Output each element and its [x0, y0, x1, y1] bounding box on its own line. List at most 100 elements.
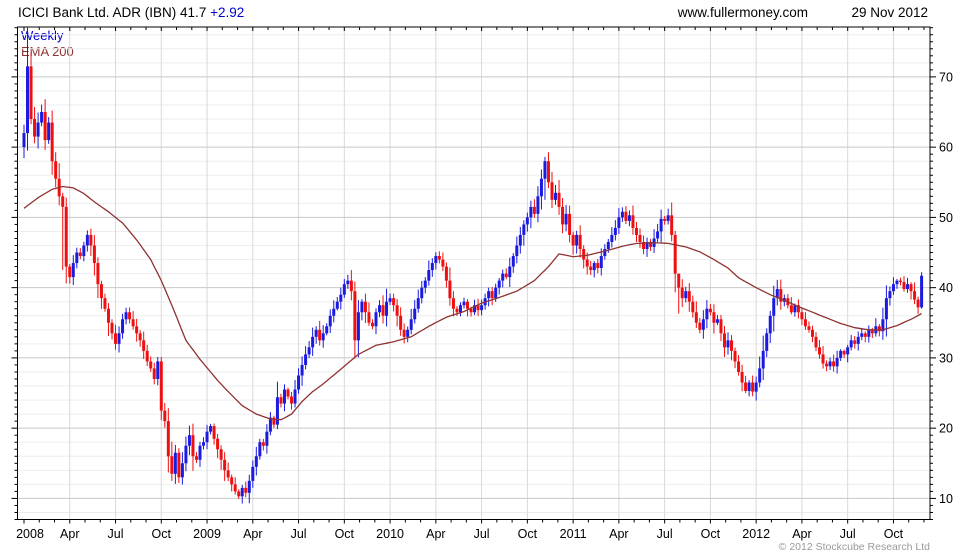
candle-down [571, 234, 575, 246]
candle-down [561, 206, 565, 225]
candle-down [708, 308, 712, 313]
candle-down [142, 340, 146, 351]
candle-down [261, 442, 265, 446]
candle-up [82, 245, 86, 257]
candle-down [145, 350, 149, 362]
candle-up [300, 364, 304, 376]
candle-up [867, 329, 871, 337]
candle-down [159, 361, 163, 411]
candle-up [539, 178, 543, 197]
candle-up [856, 336, 860, 344]
candle-down [367, 312, 371, 323]
candle-up [328, 315, 332, 327]
candle-down [670, 215, 674, 235]
candle-up [884, 298, 888, 320]
candle-down [687, 291, 691, 302]
candle-up [613, 227, 617, 235]
x-axis-label: Apr [243, 527, 262, 541]
candle-up [346, 280, 350, 285]
candle-up [209, 426, 213, 432]
candle-down [50, 122, 54, 162]
candle-up [36, 122, 40, 137]
candle-down [698, 322, 702, 330]
candle-down [226, 470, 230, 478]
y-axis-label: 10 [939, 492, 953, 506]
candle-down [673, 234, 677, 274]
candle-down [363, 301, 367, 313]
candle-up [659, 218, 663, 232]
candle-up [420, 287, 424, 299]
candle-up [173, 452, 177, 474]
candle-down [152, 368, 156, 379]
candle-up [202, 442, 206, 446]
candle-up [254, 456, 258, 467]
candle-down [370, 322, 374, 327]
candle-down [349, 280, 353, 292]
candle-down [712, 312, 716, 323]
candle-down [557, 192, 561, 207]
candle-down [877, 326, 881, 332]
candle-up [374, 312, 378, 327]
candle-down [92, 245, 96, 264]
candle-down [589, 266, 593, 271]
candle-down [89, 234, 93, 246]
candle-down [814, 336, 818, 348]
candle-up [747, 382, 751, 391]
candle-up [726, 340, 730, 348]
candle-down [78, 252, 82, 257]
candle-up [610, 234, 614, 242]
candle-down [223, 459, 227, 471]
candle-down [596, 263, 600, 268]
candle-up [501, 273, 505, 281]
candle-up [265, 431, 269, 446]
x-axis-label: Oct [701, 527, 721, 541]
candle-up [325, 326, 329, 334]
candle-up [846, 347, 850, 355]
candle-up [772, 298, 776, 316]
candle-down [216, 438, 220, 450]
candle-up [620, 211, 624, 218]
candle-down [585, 259, 589, 267]
candle-up [754, 382, 758, 392]
candle-up [187, 435, 191, 446]
candle-up [275, 397, 279, 425]
candle-up [715, 319, 719, 323]
candle-up [385, 301, 389, 316]
x-axis-label: Oct [884, 527, 904, 541]
candle-up [835, 357, 839, 367]
candle-up [511, 256, 515, 267]
candle-up [22, 133, 26, 148]
candle-down [853, 340, 857, 344]
candle-up [434, 256, 438, 264]
x-axis-label: 2012 [742, 527, 770, 541]
candle-down [455, 308, 459, 313]
candle-up [247, 480, 251, 493]
x-axis-label: Apr [792, 527, 811, 541]
candle-up [599, 256, 603, 268]
candle-down [638, 234, 642, 242]
candle-down [402, 329, 406, 337]
candle-up [494, 287, 498, 299]
candle-down [740, 371, 744, 383]
candle-down [694, 312, 698, 323]
candle-up [839, 350, 843, 358]
candle-up [413, 308, 417, 320]
candle-up [427, 270, 431, 281]
candle-up [617, 217, 621, 228]
x-axis-label: 2011 [560, 527, 587, 541]
candle-up [307, 347, 311, 355]
x-axis-label: 2008 [16, 527, 44, 541]
candle-down [103, 298, 107, 309]
candle-up [430, 263, 434, 271]
candle-up [293, 389, 297, 404]
candle-up [332, 308, 336, 316]
candle-up [768, 315, 772, 334]
candle-up [75, 252, 79, 264]
candle-down [680, 287, 684, 299]
candle-down [191, 435, 195, 457]
candle-down [800, 312, 804, 320]
x-axis-label: Oct [152, 527, 172, 541]
candle-up [282, 389, 286, 404]
candle-up [761, 350, 765, 369]
candle-down [902, 282, 906, 290]
